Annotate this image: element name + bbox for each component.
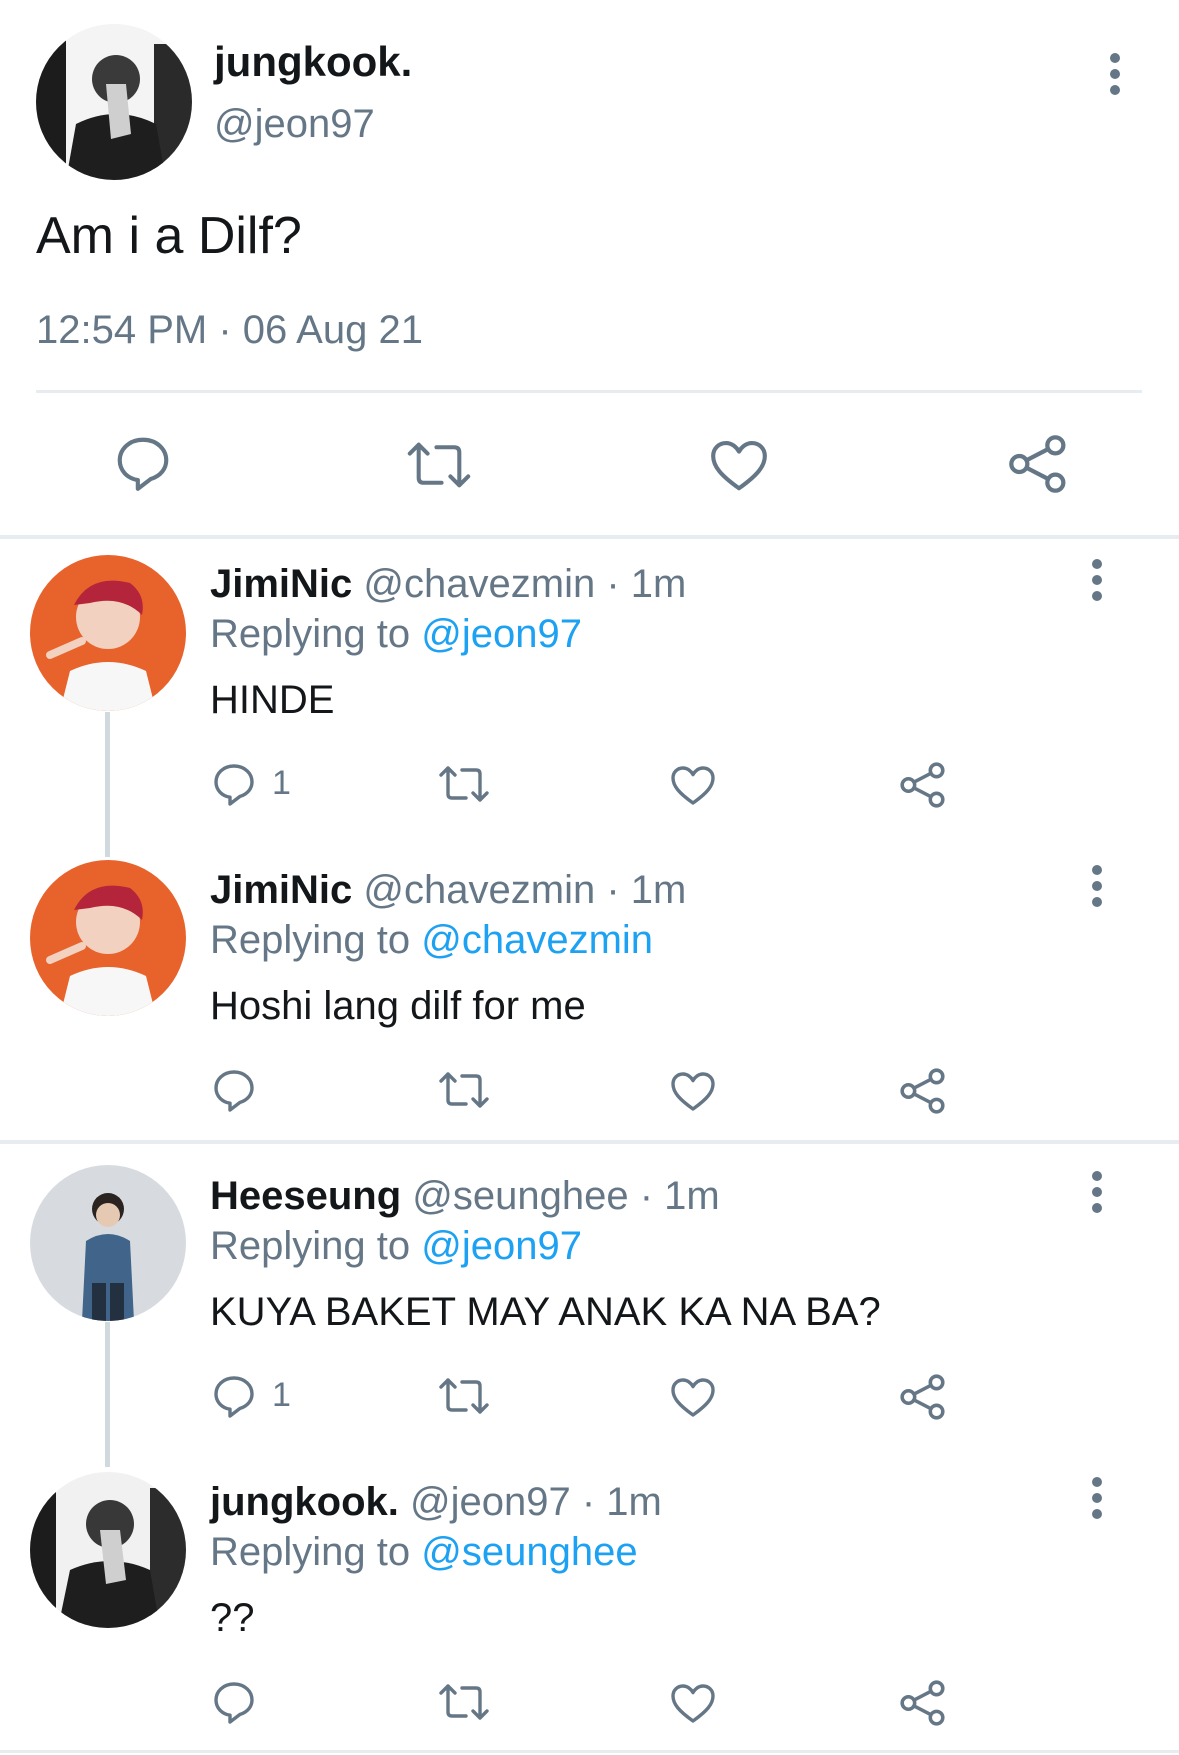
- reply-time: · 1m: [581, 1480, 662, 1524]
- reply-3-text: KUYA BAKET MAY ANAK KA NA BA?: [210, 1290, 881, 1334]
- reply-time: · 1m: [606, 868, 687, 912]
- share-icon[interactable]: [898, 1678, 948, 1728]
- replying-to-label: Replying to: [210, 918, 411, 962]
- reply-author-handle[interactable]: @seunghee: [412, 1174, 628, 1218]
- replying-to-label: Replying to: [210, 1224, 411, 1268]
- reply-count: 1: [272, 1376, 291, 1414]
- reply-author-name[interactable]: JimiNic: [210, 868, 352, 912]
- reply-3-avatar[interactable]: [30, 1165, 186, 1321]
- retweet-icon[interactable]: [438, 1678, 490, 1726]
- reply-2-header: JimiNic @chavezmin · 1m: [210, 868, 686, 913]
- reply-icon[interactable]: [210, 1372, 258, 1420]
- main-author-handle[interactable]: @jeon97: [214, 102, 375, 147]
- share-icon[interactable]: [898, 760, 948, 810]
- reply-author-handle[interactable]: @chavezmin: [363, 868, 595, 912]
- reply-author-name[interactable]: Heeseung: [210, 1174, 401, 1218]
- replying-to-label: Replying to: [210, 612, 411, 656]
- reply-author-handle[interactable]: @jeon97: [410, 1480, 571, 1524]
- replying-to-link[interactable]: @seunghee: [421, 1530, 637, 1574]
- more-options-icon[interactable]: [1085, 1476, 1109, 1524]
- reply-1-text: HINDE: [210, 678, 335, 722]
- reply-4-header: jungkook. @jeon97 · 1m: [210, 1480, 662, 1525]
- like-icon[interactable]: [669, 1373, 717, 1421]
- reply-icon[interactable]: [210, 760, 258, 808]
- main-author-name[interactable]: jungkook.: [214, 38, 412, 86]
- replying-to-link[interactable]: @jeon97: [421, 612, 582, 656]
- main-tweet-text: Am i a Dilf?: [36, 207, 302, 265]
- reply-2-text: Hoshi lang dilf for me: [210, 984, 586, 1028]
- thread-connector: [105, 1322, 110, 1467]
- reply-4-avatar[interactable]: [30, 1472, 186, 1628]
- like-icon[interactable]: [669, 1067, 717, 1115]
- like-icon[interactable]: [669, 1679, 717, 1727]
- bottom-divider: [0, 1750, 1179, 1753]
- replying-to-link[interactable]: @jeon97: [421, 1224, 582, 1268]
- reply-author-name[interactable]: JimiNic: [210, 562, 352, 606]
- main-tweet-timestamp: 12:54 PM · 06 Aug 21: [36, 308, 423, 352]
- replying-to-label: Replying to: [210, 1530, 411, 1574]
- like-icon[interactable]: [708, 434, 770, 496]
- more-options-icon[interactable]: [1085, 1170, 1109, 1218]
- reply-2-avatar[interactable]: [30, 860, 186, 1016]
- retweet-icon[interactable]: [406, 434, 472, 496]
- replying-to-link[interactable]: @chavezmin: [421, 918, 653, 962]
- share-icon[interactable]: [898, 1066, 948, 1116]
- main-author-avatar[interactable]: [36, 24, 192, 180]
- reply-time: · 1m: [639, 1174, 720, 1218]
- reply-author-name[interactable]: jungkook.: [210, 1480, 399, 1524]
- retweet-icon[interactable]: [438, 760, 490, 808]
- share-icon[interactable]: [898, 1372, 948, 1422]
- reply-count: 1: [272, 764, 291, 802]
- reply-3-header: Heeseung @seunghee · 1m: [210, 1174, 720, 1219]
- retweet-icon[interactable]: [438, 1372, 490, 1420]
- reply-1-header: JimiNic @chavezmin · 1m: [210, 562, 686, 607]
- reply-icon[interactable]: [112, 432, 174, 494]
- reply-4-replying-to: Replying to @seunghee: [210, 1530, 638, 1575]
- reply-icon[interactable]: [210, 1066, 258, 1114]
- reply-time: · 1m: [606, 562, 687, 606]
- thread-connector: [105, 712, 110, 857]
- section-divider: [0, 535, 1179, 539]
- share-icon[interactable]: [1006, 432, 1070, 496]
- reply-2-replying-to: Replying to @chavezmin: [210, 918, 653, 963]
- main-divider: [36, 390, 1142, 393]
- section-divider: [0, 1140, 1179, 1144]
- reply-3-replying-to: Replying to @jeon97: [210, 1224, 582, 1269]
- like-icon[interactable]: [669, 761, 717, 809]
- retweet-icon[interactable]: [438, 1066, 490, 1114]
- reply-icon[interactable]: [210, 1678, 258, 1726]
- reply-1-avatar[interactable]: [30, 555, 186, 711]
- reply-4-text: ??: [210, 1596, 255, 1640]
- reply-1-replying-to: Replying to @jeon97: [210, 612, 582, 657]
- more-options-icon[interactable]: [1085, 864, 1109, 912]
- more-options-icon[interactable]: [1103, 52, 1127, 100]
- more-options-icon[interactable]: [1085, 558, 1109, 606]
- reply-author-handle[interactable]: @chavezmin: [363, 562, 595, 606]
